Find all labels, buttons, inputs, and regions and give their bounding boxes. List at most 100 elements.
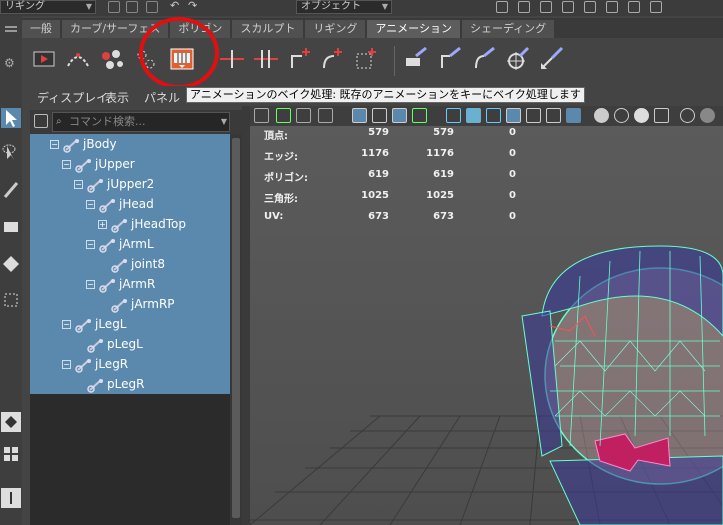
shelf-menu-icon[interactable]: [5, 26, 17, 28]
ghost-icon[interactable]: [98, 44, 126, 74]
shelf-tab[interactable]: リギング: [305, 20, 366, 38]
outliner-item[interactable]: jArmRP: [98, 294, 175, 314]
outliner-item[interactable]: joint8: [98, 254, 165, 274]
panel-separator[interactable]: [242, 106, 250, 525]
motion-trail-icon[interactable]: [64, 44, 92, 74]
snap-curve-icon[interactable]: [518, 1, 530, 13]
shelf-tab[interactable]: シェーディング: [461, 20, 555, 38]
grid-toggle-icon[interactable]: [352, 108, 367, 123]
ipr-icon[interactable]: [650, 1, 662, 13]
xray-icon[interactable]: [506, 108, 521, 123]
ambient-occlusion-icon[interactable]: [594, 108, 609, 123]
history-icon[interactable]: [606, 1, 618, 13]
search-input[interactable]: ⌕ コマンド検索... ▼: [52, 112, 230, 132]
scale-tool-icon[interactable]: [1, 290, 21, 310]
undo-icon[interactable]: ↶: [170, 0, 182, 13]
outliner-scrollbar[interactable]: [230, 134, 242, 525]
antialias-icon[interactable]: [634, 108, 649, 123]
render-icon[interactable]: [628, 1, 640, 13]
layout-quad-icon[interactable]: [1, 444, 21, 464]
ik-spline-icon[interactable]: [318, 44, 346, 74]
outliner-item-label: pLegR: [107, 377, 145, 391]
constraint-aim-icon[interactable]: [470, 44, 498, 74]
cluster-icon[interactable]: [352, 44, 380, 74]
layout-single-icon[interactable]: [1, 412, 21, 432]
outliner-item[interactable]: pLegR: [74, 374, 144, 394]
camera-select-icon[interactable]: [254, 108, 269, 123]
collapse-icon[interactable]: −: [74, 180, 83, 189]
expand-icon[interactable]: +: [98, 220, 107, 229]
film-gate-icon[interactable]: [372, 108, 387, 123]
collapse-icon[interactable]: −: [86, 200, 95, 209]
outliner-item[interactable]: − jArmL: [86, 234, 154, 254]
playblast-icon[interactable]: [30, 44, 58, 74]
menu-show[interactable]: 表示: [105, 89, 129, 106]
collapse-icon[interactable]: −: [50, 140, 59, 149]
xray-active-icon[interactable]: [700, 108, 715, 123]
outliner-item-label: jLegL: [95, 317, 127, 331]
layout-split-icon[interactable]: [1, 488, 21, 508]
constraint-scale-icon[interactable]: [538, 44, 566, 74]
snap-grid-icon[interactable]: [496, 1, 508, 13]
snap-point-icon[interactable]: [540, 1, 552, 13]
menu-display[interactable]: ディスプレイ: [37, 89, 108, 106]
gate-mask-icon[interactable]: [412, 108, 427, 123]
joint-icon: [87, 337, 105, 353]
collapse-icon[interactable]: −: [86, 280, 95, 289]
paint-tool-icon[interactable]: [1, 180, 21, 200]
outliner-item[interactable]: − jHead: [86, 194, 154, 214]
outliner-item[interactable]: − jLegL: [62, 314, 127, 334]
save-scene-icon[interactable]: [146, 1, 158, 13]
set-key-icon[interactable]: [218, 44, 246, 74]
snap-surface-icon[interactable]: [584, 1, 596, 13]
collapse-icon[interactable]: −: [86, 240, 95, 249]
lighting-icon[interactable]: [546, 108, 561, 123]
rotate-tool-icon[interactable]: [1, 254, 21, 274]
smooth-shade-icon[interactable]: [466, 108, 481, 123]
bookmark-icon[interactable]: [318, 108, 333, 123]
collapse-icon[interactable]: −: [62, 320, 71, 329]
camera-attributes-icon[interactable]: [296, 108, 311, 123]
scrollbar-thumb[interactable]: [232, 138, 240, 518]
object-field[interactable]: オブジェクト ▼: [296, 0, 392, 14]
constraint-point-icon[interactable]: [436, 44, 464, 74]
move-tool-icon[interactable]: [1, 216, 21, 236]
isolate-icon[interactable]: [654, 108, 669, 123]
camera-lock-icon[interactable]: [276, 108, 291, 123]
motion-blur-icon[interactable]: [614, 108, 629, 123]
wireframe-on-shaded-icon[interactable]: [486, 108, 501, 123]
menu-panel[interactable]: パネル: [144, 89, 180, 106]
outliner-item[interactable]: − jLegR: [62, 354, 128, 374]
menuset-dropdown[interactable]: リギング ▼: [0, 0, 96, 14]
xray-joints-icon[interactable]: [680, 108, 695, 123]
shelf-tab[interactable]: スカルプト: [232, 20, 304, 38]
shelf-tab[interactable]: アニメーション: [367, 20, 460, 38]
resolution-gate-icon[interactable]: [392, 108, 407, 123]
filter-icon[interactable]: [34, 114, 48, 128]
select-tool-icon[interactable]: [1, 108, 21, 128]
chevron-down-icon: ▼: [381, 2, 388, 11]
shelf-tab[interactable]: 一般: [22, 20, 60, 38]
outliner-item[interactable]: − jArmR: [86, 274, 155, 294]
outliner-item[interactable]: pLegL: [74, 334, 143, 354]
wireframe-icon[interactable]: [446, 108, 461, 123]
new-scene-icon[interactable]: [108, 1, 120, 13]
ik-handle-icon[interactable]: [286, 44, 314, 74]
constraint-parent-icon[interactable]: [402, 44, 430, 74]
viewport[interactable]: 頂点: 579 579 0 エッジ: 1176 1176 0 ポリゴン: 619 619 0 三角形: 1…: [250, 126, 723, 525]
outliner-item[interactable]: − jUpper2: [74, 174, 154, 194]
collapse-icon[interactable]: −: [62, 360, 71, 369]
open-scene-icon[interactable]: [126, 1, 138, 13]
shadow-icon[interactable]: [566, 108, 581, 123]
snap-plane-icon[interactable]: [562, 1, 574, 13]
collapse-icon[interactable]: −: [62, 160, 71, 169]
breakdown-key-icon[interactable]: [252, 44, 280, 74]
redo-icon[interactable]: ↷: [188, 0, 200, 13]
outliner-item[interactable]: − jBody: [50, 134, 117, 154]
textured-icon[interactable]: [526, 108, 541, 123]
lasso-tool-icon[interactable]: [1, 142, 21, 162]
outliner-item[interactable]: + jHeadTop: [98, 214, 186, 234]
constraint-orient-icon[interactable]: [504, 44, 532, 74]
outliner-item[interactable]: − jUpper: [62, 154, 135, 174]
gear-icon[interactable]: ⚙: [4, 56, 15, 70]
